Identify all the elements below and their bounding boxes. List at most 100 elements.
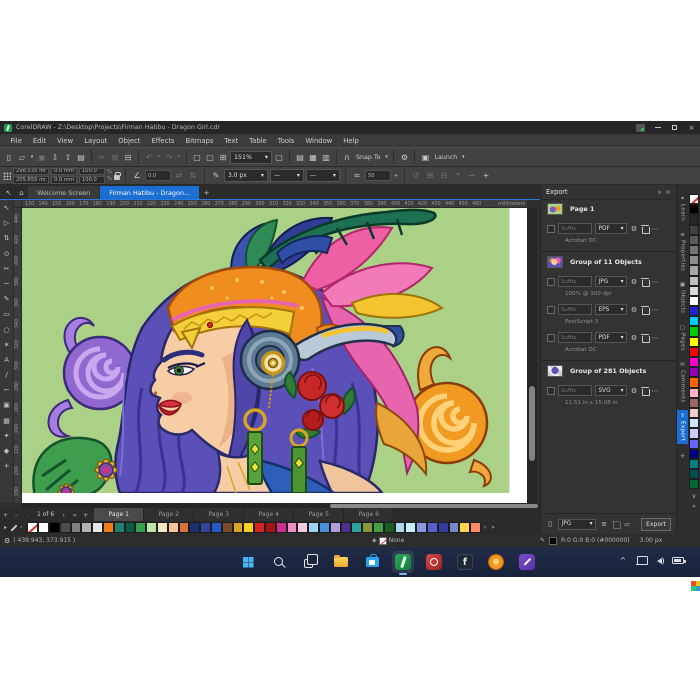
menu-help[interactable]: Help — [338, 137, 365, 145]
open-folder-icon[interactable]: ▱ — [623, 520, 631, 528]
color-swatch[interactable] — [200, 522, 211, 533]
palette-expand-icon[interactable]: » — [688, 503, 700, 510]
save-icon[interactable]: ▣ — [36, 151, 48, 164]
lock-ratio-icon[interactable] — [114, 175, 120, 180]
color-swatch[interactable] — [287, 522, 298, 533]
page-tab-page-2[interactable]: Page 2 — [144, 508, 194, 521]
menu-table[interactable]: Table — [244, 137, 273, 145]
palette-scroll-down-icon[interactable]: ∨ — [688, 493, 700, 500]
paste-icon[interactable]: ⊟ — [122, 151, 134, 164]
show-rulers-icon[interactable]: ▤ — [294, 151, 306, 164]
launch-label[interactable]: Launch — [432, 154, 459, 161]
color-swatch[interactable] — [254, 522, 265, 533]
color-swatch[interactable] — [189, 522, 200, 533]
menu-window[interactable]: Window — [300, 137, 338, 145]
color-swatch[interactable] — [689, 459, 699, 469]
rotate-again-icon[interactable]: ↺ — [410, 169, 422, 182]
format-select[interactable]: PDF▾ — [595, 332, 627, 343]
color-swatch[interactable] — [114, 522, 125, 533]
new-document-icon[interactable]: ▯ — [3, 151, 15, 164]
docker-tab-comments[interactable]: ✉Comments — [677, 359, 689, 406]
previous-page-button[interactable]: ‹ — [22, 508, 33, 521]
color-swatch[interactable] — [459, 522, 470, 533]
snap-magnet-icon[interactable]: ∩ — [341, 151, 353, 164]
zoom-level-select[interactable]: 151% ▾ — [230, 151, 272, 164]
cut-icon[interactable]: ✂ — [96, 151, 108, 164]
format-select[interactable]: PDF▾ — [595, 223, 627, 234]
artistic-media-tool[interactable]: ✎ — [1, 293, 13, 305]
hidden-icons-chevron[interactable]: ^ — [620, 558, 626, 564]
add-export-icon[interactable]: ▯ — [546, 520, 554, 528]
palette-more-icon[interactable]: » — [489, 524, 497, 531]
color-swatch[interactable] — [103, 522, 114, 533]
suffix-input[interactable] — [558, 385, 592, 396]
rotation-field[interactable] — [145, 170, 171, 181]
color-swatch[interactable] — [125, 522, 136, 533]
object-width-field[interactable] — [51, 168, 77, 176]
color-swatch[interactable] — [689, 418, 699, 428]
interactive-fill-tool[interactable]: ◆ — [1, 445, 13, 457]
drawing-canvas[interactable] — [22, 208, 527, 503]
weld-icon[interactable]: ⊞ — [424, 169, 436, 182]
undo-chevron-icon[interactable]: ▾ — [156, 151, 162, 164]
color-swatch[interactable] — [416, 522, 427, 533]
color-swatch[interactable] — [689, 214, 699, 224]
menu-effects[interactable]: Effects — [146, 137, 180, 145]
export-icon[interactable]: ⇧ — [62, 151, 74, 164]
smoothing-field[interactable] — [365, 170, 391, 181]
page-tab-page-6[interactable]: Page 6 — [344, 508, 394, 521]
docker-tab-export[interactable]: ⇧Export — [677, 410, 689, 444]
undo-icon[interactable]: ↶ — [143, 151, 155, 164]
scale-y-field[interactable] — [79, 176, 105, 184]
horizontal-scrollbar-thumb[interactable] — [330, 504, 538, 508]
network-icon[interactable] — [636, 556, 647, 565]
ellipse-tool[interactable]: ○ — [1, 324, 13, 336]
docker-tab-learn[interactable]: ✦Learn — [677, 193, 689, 224]
suffix-input[interactable] — [558, 223, 592, 234]
more-options-icon[interactable]: ⋯ — [651, 334, 659, 342]
outline-width-select[interactable]: 3.0 px ▾ — [224, 169, 268, 182]
next-page-button[interactable]: › — [58, 508, 69, 521]
copy-icon[interactable]: ⊞ — [109, 151, 121, 164]
align-icon[interactable]: → — [466, 169, 478, 182]
dock-icon[interactable]: » — [658, 188, 662, 196]
redo-chevron-icon[interactable]: ▾ — [176, 151, 182, 164]
launch-icon[interactable]: ▣ — [419, 151, 431, 164]
intersect-icon[interactable]: * — [452, 169, 464, 182]
battery-icon[interactable] — [672, 557, 684, 564]
smoothing-plus-icon[interactable]: + — [393, 169, 399, 182]
color-swatch[interactable] — [689, 225, 699, 235]
export-settings-icon[interactable]: ⚙ — [630, 225, 638, 233]
page-tab-page-3[interactable]: Page 3 — [194, 508, 244, 521]
color-swatch[interactable] — [405, 522, 416, 533]
page-tab-page-5[interactable]: Page 5 — [294, 508, 344, 521]
fullscreen-icon[interactable]: ▢ — [273, 151, 285, 164]
object-x-field[interactable] — [13, 168, 49, 176]
color-swatch[interactable] — [449, 522, 460, 533]
pick-tool[interactable]: ↖ — [1, 202, 13, 214]
no-color-swatch[interactable] — [689, 194, 699, 204]
color-swatch[interactable] — [373, 522, 384, 533]
export-checkbox[interactable] — [547, 387, 555, 395]
trash-icon[interactable] — [641, 225, 648, 233]
home-icon[interactable]: ⌂ — [15, 186, 28, 199]
free-transform-tool[interactable]: ⇅ — [1, 232, 13, 244]
footer-format-select[interactable]: JPG▾ — [558, 519, 596, 530]
app-f-taskbar-icon[interactable]: f — [454, 551, 476, 573]
format-select[interactable]: SVG▾ — [595, 385, 627, 396]
color-swatch[interactable] — [351, 522, 362, 533]
color-swatch[interactable] — [81, 522, 92, 533]
color-swatch[interactable] — [243, 522, 254, 533]
docker-tab-pages[interactable]: ▢Pages — [677, 322, 689, 354]
color-swatch[interactable] — [384, 522, 395, 533]
snap-chevron-icon[interactable]: ▾ — [383, 151, 389, 164]
color-swatch[interactable] — [689, 245, 699, 255]
tab-welcome-screen[interactable]: Welcome Screen — [28, 186, 99, 199]
color-swatch[interactable] — [689, 439, 699, 449]
add-property-icon[interactable]: + — [480, 169, 492, 182]
polygon-tool[interactable]: ✶ — [1, 339, 13, 351]
first-page-button[interactable]: « — [11, 508, 22, 521]
color-swatch[interactable] — [362, 522, 373, 533]
object-height-field[interactable] — [51, 176, 77, 184]
color-swatch[interactable] — [38, 522, 49, 533]
